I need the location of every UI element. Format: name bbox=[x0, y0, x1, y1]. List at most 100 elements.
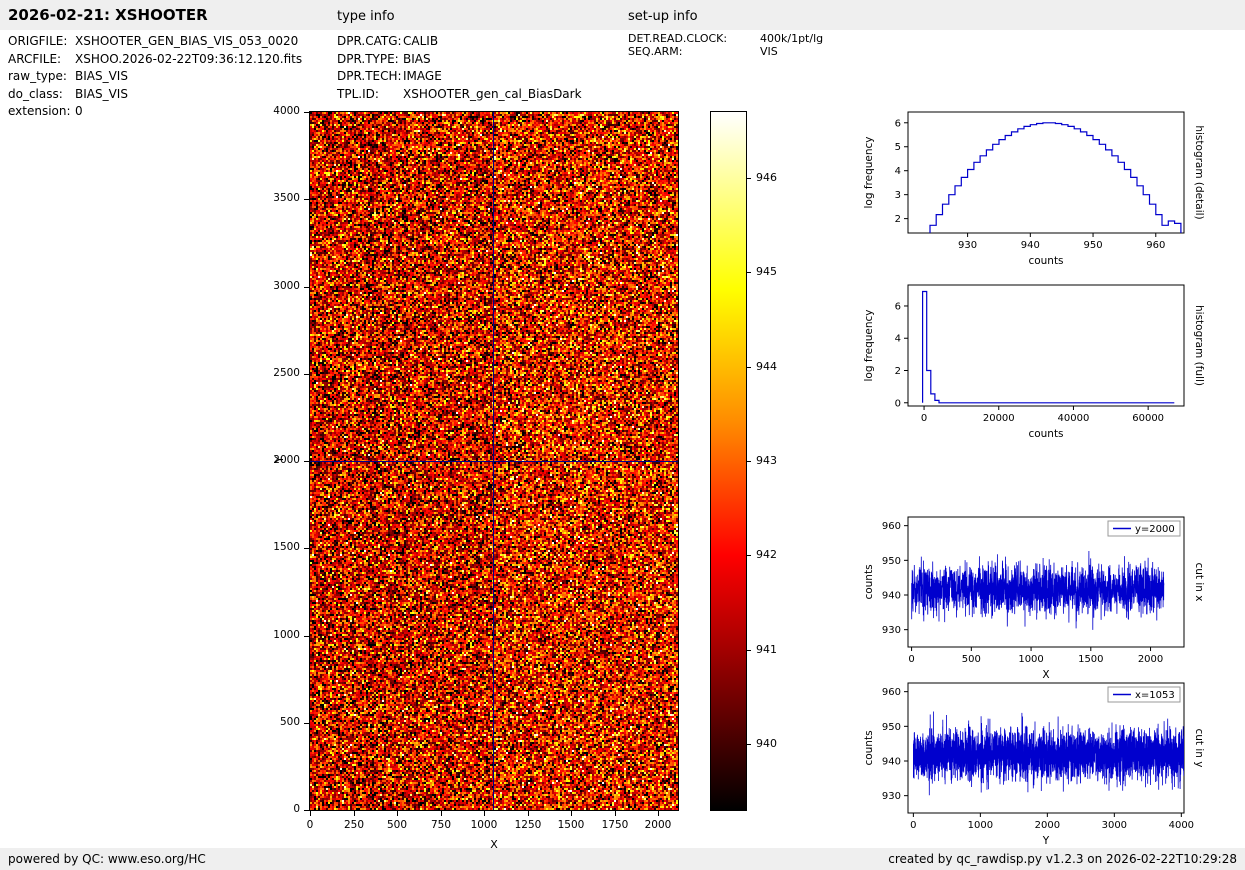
meta-row: ARCFILE: XSHOO.2026-02-22T09:36:12.120.fi… bbox=[8, 51, 302, 69]
crosshair-horizontal-line bbox=[310, 461, 678, 462]
colorbar-tick bbox=[747, 555, 751, 556]
y-tick-label: 960 bbox=[882, 687, 901, 698]
meta-row: TPL.ID: XSHOOTER_gen_cal_BiasDark bbox=[337, 86, 582, 104]
meta-label: raw_type: bbox=[8, 69, 67, 83]
x-tick-label: 0 bbox=[921, 413, 927, 424]
meta-row: extension: 0 bbox=[8, 103, 302, 121]
y-axis-label: log frequency bbox=[863, 309, 875, 381]
y-tick-label: 2 bbox=[895, 366, 901, 377]
colorbar-tick-label: 946 bbox=[756, 171, 777, 184]
meta-value: CALIB bbox=[403, 34, 439, 48]
right-axis-label: histogram (detail) bbox=[1193, 125, 1205, 219]
y-tick-label: 950 bbox=[882, 722, 901, 733]
image-x-tick-label: 250 bbox=[343, 819, 365, 831]
type-info-heading: type info bbox=[337, 9, 395, 24]
right-axis-label: cut in x bbox=[1193, 562, 1205, 601]
meta-value: 0 bbox=[75, 104, 83, 118]
meta-label: DET.READ.CLOCK: bbox=[628, 32, 728, 45]
x-axis-label: counts bbox=[1028, 428, 1063, 440]
image-x-tick bbox=[571, 811, 572, 816]
cut-x-svg: 0 500 1000 1500 2000930940950960Xcounts cut i… bbox=[863, 516, 1205, 681]
x-tick-label: 40000 bbox=[1058, 413, 1090, 424]
x-tick-label: 940 bbox=[1021, 240, 1040, 251]
image-x-tick-label: 2000 bbox=[644, 819, 672, 831]
image-y-tick-label: 0 bbox=[293, 803, 300, 815]
bias-image-ylabel: Y bbox=[272, 456, 286, 463]
y-tick-label: 940 bbox=[882, 757, 901, 768]
meta-label: TPL.ID: bbox=[337, 86, 379, 101]
meta-value: BIAS_VIS bbox=[75, 86, 128, 101]
plot-frame bbox=[907, 284, 1185, 407]
y-tick-label: 4 bbox=[895, 334, 901, 345]
page-title: 2026-02-21: XSHOOTER bbox=[8, 6, 208, 24]
image-x-tick-label: 0 bbox=[306, 819, 314, 831]
meta-label: SEQ.ARM: bbox=[628, 44, 683, 58]
colorbar-tick-label: 940 bbox=[756, 737, 777, 750]
y-tick-label: 3 bbox=[895, 190, 901, 201]
image-x-tick-label: 1250 bbox=[514, 819, 542, 831]
right-axis-label: histogram (full) bbox=[1193, 305, 1205, 386]
x-tick-label: 960 bbox=[1146, 240, 1165, 251]
colorbar-tick bbox=[747, 272, 751, 273]
colorbar-tick bbox=[747, 461, 751, 462]
image-x-tick-label: 500 bbox=[386, 819, 408, 831]
image-x-tick bbox=[658, 811, 659, 816]
x-tick-label: 930 bbox=[958, 240, 977, 251]
x-tick-label: 1000 bbox=[968, 820, 993, 831]
meta-row: ORIGFILE: XSHOOTER_GEN_BIAS_VIS_053_0020 bbox=[8, 33, 302, 51]
y-tick-label: 940 bbox=[882, 591, 901, 602]
y-tick-label: 960 bbox=[882, 521, 901, 532]
setup-info-block: DET.READ.CLOCK: 400k/1pt/lg SEQ.ARM: VIS bbox=[628, 32, 823, 59]
colorbar-tick-label: 941 bbox=[756, 643, 777, 656]
image-x-tick-label: 1500 bbox=[557, 819, 585, 831]
x-tick-label: 4000 bbox=[1169, 820, 1194, 831]
meta-value: XSHOOTER_gen_cal_BiasDark bbox=[403, 86, 582, 101]
meta-row: do_class: BIAS_VIS bbox=[8, 86, 302, 104]
image-y-tick-label: 4000 bbox=[273, 105, 300, 117]
meta-row: SEQ.ARM: VIS bbox=[628, 44, 823, 59]
image-x-tick-label: 1000 bbox=[470, 819, 498, 831]
colorbar bbox=[710, 111, 747, 811]
x-tick-label: 950 bbox=[1083, 240, 1102, 251]
y-tick-label: 950 bbox=[882, 556, 901, 567]
image-x-tick bbox=[484, 811, 485, 816]
x-tick-label: 0 bbox=[910, 820, 916, 831]
y-tick-label: 4 bbox=[895, 166, 901, 177]
meta-value: BIAS bbox=[403, 51, 431, 66]
colorbar-tick-label: 945 bbox=[756, 265, 777, 278]
colorbar-tick-label: 942 bbox=[756, 548, 777, 561]
image-x-tick bbox=[310, 811, 311, 816]
hist-full-svg: 0 20000 40000 60000 0 2 4 6 counts log frequency h… bbox=[863, 284, 1205, 440]
colorbar-tick bbox=[747, 178, 751, 179]
meta-label: DPR.TECH: bbox=[337, 69, 402, 83]
image-x-tick bbox=[528, 811, 529, 816]
cut-in-y-chart: 0 1000 2000 3000 4000 930 940 950 960 Ycounts cut … bbox=[860, 675, 1208, 855]
image-x-tick-label: 750 bbox=[430, 819, 452, 831]
header-bar: 2026-02-21: XSHOOTER type info set-up in… bbox=[0, 0, 1245, 30]
meta-row: raw_type: BIAS_VIS bbox=[8, 68, 302, 86]
image-x-tick-label: 1750 bbox=[601, 819, 629, 831]
meta-row: DPR.CATG: CALIB bbox=[337, 33, 582, 51]
meta-value: XSHOOTER_GEN_BIAS_VIS_053_0020 bbox=[75, 34, 299, 48]
histogram-detail-chart: 930 940 950 960 2 3 4 5 6 counts log frequency hist… bbox=[860, 104, 1208, 275]
meta-row: DPR.TECH: IMAGE bbox=[337, 68, 582, 86]
cut-in-x-chart: 0 500 1000 1500 2000 930 940 950 960 Xcounts cut i… bbox=[860, 509, 1208, 689]
legend-label: y=2000 bbox=[1135, 524, 1175, 535]
type-info-block: DPR.CATG: CALIB DPR.TYPE: BIAS DPR.TECH: IM… bbox=[337, 33, 582, 103]
colorbar-tick bbox=[747, 650, 751, 651]
meta-label: DPR.CATG: bbox=[337, 34, 402, 48]
x-tick-label: 1500 bbox=[1078, 654, 1103, 665]
x-tick-label: 2000 bbox=[1138, 654, 1163, 665]
legend-label: x=1053 bbox=[1135, 690, 1175, 701]
y-axis-label: log frequency bbox=[863, 136, 875, 208]
image-y-tick-label: 3000 bbox=[273, 280, 300, 292]
y-tick-label: 930 bbox=[882, 625, 901, 636]
x-tick-label: 20000 bbox=[983, 413, 1015, 424]
image-x-tick bbox=[441, 811, 442, 816]
meta-row: DET.READ.CLOCK: 400k/1pt/lg bbox=[628, 32, 823, 46]
footer-left-text: powered by QC: www.eso.org/HC bbox=[8, 852, 206, 866]
image-y-tick-label: 1500 bbox=[273, 541, 300, 553]
colorbar-tick-label: 943 bbox=[756, 454, 777, 467]
meta-label: do_class: bbox=[8, 86, 63, 101]
x-tick-label: 0 bbox=[908, 654, 914, 665]
